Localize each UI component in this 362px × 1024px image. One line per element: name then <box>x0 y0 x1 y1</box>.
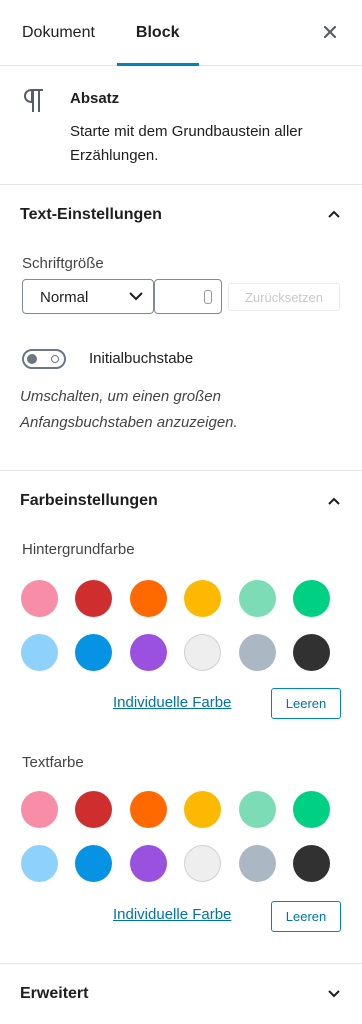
close-button[interactable] <box>318 20 342 44</box>
background-color-swatch[interactable] <box>238 580 276 617</box>
divider <box>0 963 362 964</box>
background-color-label: Hintergrundfarbe <box>22 541 135 558</box>
dropcap-help-text: Umschalten, um einen großen Anfangsbuchs… <box>20 388 238 431</box>
text-color-swatch[interactable] <box>184 791 222 828</box>
dropcap-toggle[interactable] <box>22 349 66 369</box>
background-color-swatch[interactable] <box>293 580 330 617</box>
block-name: Absatz <box>70 90 120 107</box>
color-settings-title[interactable]: Farbeinstellungen <box>20 492 158 510</box>
background-color-swatch[interactable] <box>184 580 222 617</box>
text-color-swatch[interactable] <box>21 845 58 882</box>
toggle-knob <box>27 354 37 364</box>
background-color-swatch[interactable] <box>293 634 330 671</box>
block-description: Starte mit dem Grundbaustein aller Erzäh… <box>70 123 303 164</box>
font-size-select[interactable]: Normal <box>22 279 154 314</box>
custom-text-color-link[interactable]: Individuelle Farbe <box>113 906 231 923</box>
sidebar-tabs: Dokument Block <box>0 0 362 66</box>
background-color-swatch[interactable] <box>75 634 113 671</box>
number-spinner-icon[interactable] <box>204 290 212 304</box>
chevron-up-icon[interactable] <box>326 493 342 509</box>
font-size-label: Schriftgröße <box>22 255 104 272</box>
toggle-off-indicator <box>51 355 59 363</box>
text-color-swatch[interactable] <box>75 791 113 828</box>
custom-background-color-link[interactable]: Individuelle Farbe <box>113 694 231 711</box>
text-color-swatch[interactable] <box>293 791 330 828</box>
advanced-title[interactable]: Erweitert <box>20 985 88 1003</box>
background-color-swatch[interactable] <box>184 634 222 671</box>
divider <box>0 470 362 471</box>
text-color-swatch[interactable] <box>129 845 167 882</box>
reset-button[interactable]: Zurücksetzen <box>228 283 340 311</box>
chevron-down-icon <box>129 292 143 301</box>
text-color-swatch[interactable] <box>238 845 276 882</box>
background-color-swatch[interactable] <box>21 634 58 671</box>
background-color-swatch[interactable] <box>75 580 113 617</box>
text-color-swatch[interactable] <box>21 791 58 828</box>
divider <box>0 184 362 185</box>
text-color-swatch[interactable] <box>75 845 113 882</box>
text-color-swatch[interactable] <box>293 845 330 882</box>
clear-background-color-button[interactable]: Leeren <box>271 688 341 719</box>
close-icon <box>323 25 337 39</box>
text-color-swatch[interactable] <box>184 845 222 882</box>
background-color-swatch[interactable] <box>129 634 167 671</box>
clear-text-color-button[interactable]: Leeren <box>271 901 341 932</box>
tab-document[interactable]: Dokument <box>22 0 95 66</box>
background-color-swatch[interactable] <box>21 580 58 617</box>
text-settings-title[interactable]: Text-Einstellungen <box>20 206 162 224</box>
chevron-down-icon[interactable] <box>326 986 342 1002</box>
chevron-up-icon[interactable] <box>326 206 342 222</box>
text-color-swatch[interactable] <box>238 791 276 828</box>
font-size-value: Normal <box>40 289 89 306</box>
paragraph-icon <box>22 88 46 119</box>
text-color-swatch[interactable] <box>129 791 167 828</box>
background-color-swatch[interactable] <box>238 634 276 671</box>
custom-font-size-input[interactable] <box>154 279 222 314</box>
text-color-label: Textfarbe <box>22 754 84 771</box>
dropcap-label: Initialbuchstabe <box>89 350 194 367</box>
tab-block[interactable]: Block <box>117 0 198 66</box>
background-color-swatch[interactable] <box>129 580 167 617</box>
